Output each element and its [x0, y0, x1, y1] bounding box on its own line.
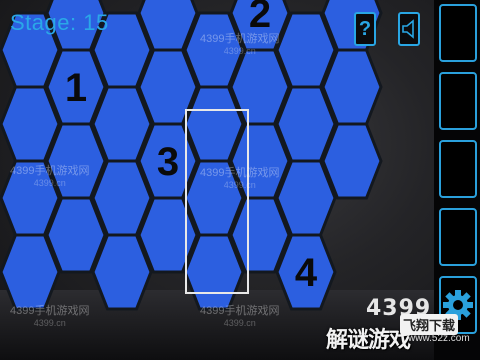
- brand-name: 解谜游戏: [326, 327, 411, 352]
- watermark: 4399手机游戏网 4399.cn: [10, 305, 90, 328]
- inventory-slot-3[interactable]: [439, 140, 477, 198]
- brand-badge: 飞翔下载: [400, 314, 459, 335]
- watermark: 4399手机游戏网 4399.cn: [10, 165, 90, 188]
- tile-number: 3: [157, 140, 179, 184]
- stage-label: Stage: 15: [10, 10, 109, 35]
- help-button[interactable]: ?: [354, 12, 376, 46]
- inventory-slot-2[interactable]: [439, 72, 477, 130]
- watermark: 4399手机游戏网 4399.cn: [200, 167, 280, 190]
- inventory-panel: [434, 0, 480, 360]
- inventory-slot-1[interactable]: [439, 4, 477, 62]
- hex-tile[interactable]: [321, 48, 383, 126]
- hex-tile[interactable]: [321, 122, 383, 200]
- question-icon: ?: [358, 17, 372, 40]
- watermark: 4399手机游戏网 4399.cn: [200, 305, 280, 328]
- watermark: 4399手机游戏网 4399.cn: [200, 33, 280, 56]
- sound-button[interactable]: [398, 12, 420, 46]
- speaker-icon: [402, 19, 414, 39]
- brand-url: www.52z.com: [408, 333, 470, 344]
- tile-number: 1: [65, 66, 87, 110]
- inventory-slot-4[interactable]: [439, 208, 477, 266]
- tile-number: 4: [295, 251, 318, 295]
